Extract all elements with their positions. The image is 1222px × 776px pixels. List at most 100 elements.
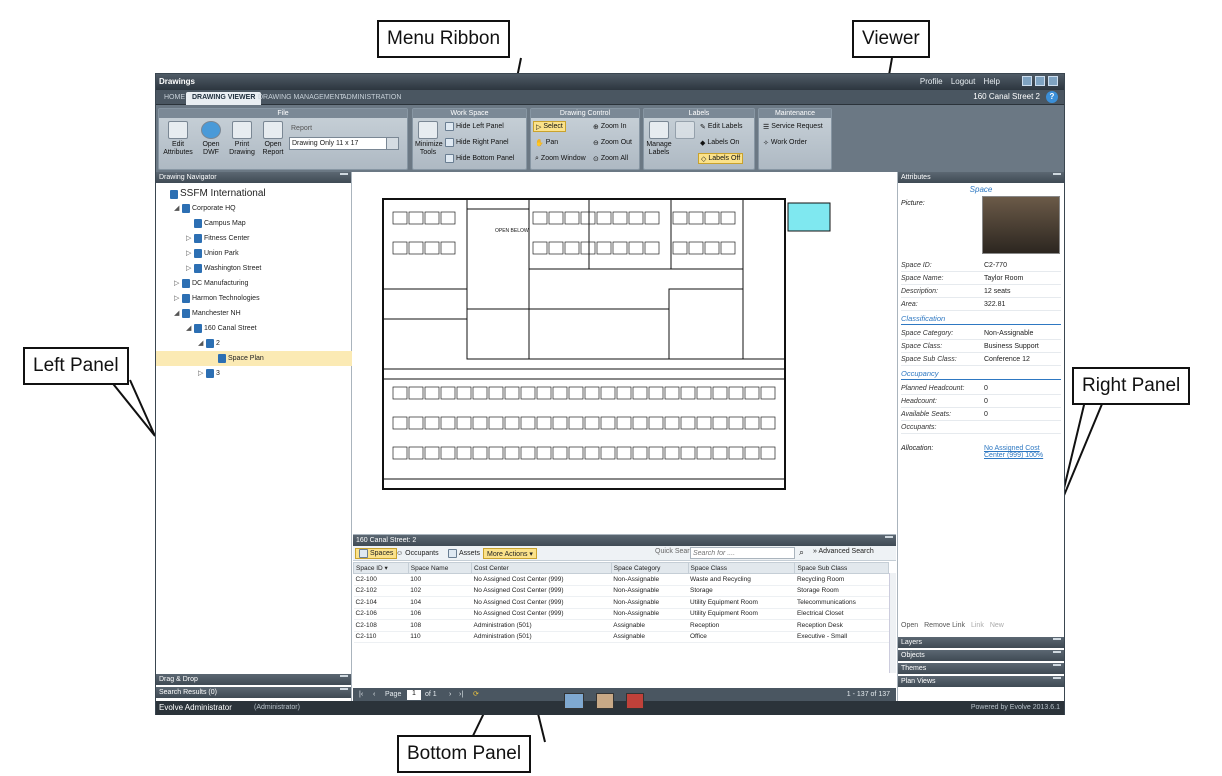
help-link[interactable]: Help [984,77,1000,86]
workstation[interactable] [532,211,548,225]
workstation[interactable] [548,211,564,225]
workstation[interactable] [584,446,600,460]
tree-toggle-icon[interactable]: ▷ [186,231,194,246]
workstation[interactable] [424,446,440,460]
workstation[interactable] [520,446,536,460]
workstation[interactable] [408,241,424,255]
tree-toggle-icon[interactable]: ◢ [174,201,182,216]
help-icon[interactable]: ? [1046,91,1058,103]
plan-views-header[interactable]: Plan Views [898,676,1064,687]
workstation[interactable] [648,416,664,430]
workstation[interactable] [564,241,580,255]
tree-toggle-icon[interactable]: ◢ [198,336,206,351]
workstation[interactable] [720,211,736,225]
workstation[interactable] [568,386,584,400]
tree-node[interactable]: ▷ Harmon Technologies [156,291,352,306]
workstation[interactable] [564,211,580,225]
column-header[interactable]: Space Category [610,562,689,574]
drawing-viewer[interactable]: OPEN BELOW [353,172,896,530]
column-header[interactable]: Space ID ▾ [353,562,409,574]
workstation[interactable] [472,446,488,460]
workstation[interactable] [616,386,632,400]
tree-toggle-icon[interactable]: ▷ [174,291,182,306]
workstation[interactable] [424,241,440,255]
workstation[interactable] [744,386,760,400]
tree-toggle-icon[interactable]: ◢ [174,306,182,321]
workstation[interactable] [424,386,440,400]
remove-link-button[interactable]: Remove Link [924,622,965,629]
edit-attributes-button[interactable]: Edit Attributes [163,121,193,157]
tree-node[interactable]: ▷ DC Manufacturing [156,276,352,291]
tree-node[interactable]: ▷ Washington Street [156,261,352,276]
pin-icon[interactable] [340,675,348,683]
tree-node[interactable]: Campus Map [156,216,352,231]
table-row[interactable]: C2-110 110 Administration (501) Assignable O… [353,631,889,643]
workstation[interactable] [440,416,456,430]
tab-administration[interactable]: Administration [336,92,407,105]
workstation[interactable] [488,386,504,400]
open-link-button[interactable]: Open [901,622,918,629]
workstation[interactable] [456,386,472,400]
workstation[interactable] [664,386,680,400]
zoom-in-button[interactable]: ⊕ Zoom In [591,121,629,132]
edit-labels-button[interactable]: ✎ Edit Labels [698,121,745,132]
layers-header[interactable]: Layers [898,637,1064,648]
workstation[interactable] [600,416,616,430]
workstation[interactable] [680,446,696,460]
allocation-link[interactable]: No Assigned Cost Center (999) 100% [984,445,1054,459]
more-actions-button[interactable]: More Actions ▾ [483,548,537,559]
workstation[interactable] [504,446,520,460]
workstation[interactable] [472,386,488,400]
quick-search-input[interactable] [690,547,795,559]
workstation[interactable] [520,386,536,400]
last-page-icon[interactable]: ›| [459,691,463,698]
workstation[interactable] [472,416,488,430]
zoom-all-button[interactable]: ⊙ Zoom All [591,153,630,164]
workstation[interactable] [584,416,600,430]
search-icon[interactable]: ⌕ [799,547,804,558]
workstation[interactable] [664,416,680,430]
service-request-button[interactable]: ☰ Service Request [761,121,825,132]
workstation[interactable] [616,416,632,430]
workstation[interactable] [744,446,760,460]
tab-drawing-viewer[interactable]: Drawing Viewer [186,92,262,105]
workstation[interactable] [612,241,628,255]
workstation[interactable] [704,241,720,255]
workstation[interactable] [520,416,536,430]
floor-plan-drawing[interactable]: OPEN BELOW [353,172,896,530]
column-header[interactable]: Space Name [407,562,473,574]
tree-toggle-icon[interactable]: ▷ [174,276,182,291]
hide-bottom-panel-button[interactable]: Hide Bottom Panel [443,153,516,164]
open-report-button[interactable]: Open Report [259,121,287,157]
tree-node[interactable]: ◢ 2 [156,336,352,351]
workstation[interactable] [596,211,612,225]
tree-node[interactable]: ▷ Fitness Center [156,231,352,246]
pin-icon[interactable] [1053,677,1061,685]
workstation[interactable] [720,241,736,255]
workstation[interactable] [580,241,596,255]
open-dwf-button[interactable]: Open DWF [197,121,225,157]
pin-icon[interactable] [1053,638,1061,646]
pin-icon[interactable] [1053,664,1061,672]
collapse-icon[interactable] [1022,76,1032,86]
zoom-window-button[interactable]: ⌕ Zoom Window [533,153,588,164]
pin-icon[interactable] [1053,173,1061,181]
table-scrollbar[interactable] [889,573,896,673]
advanced-search-link[interactable]: » Advanced Search [813,548,874,555]
workstation[interactable] [760,446,776,460]
workstation[interactable] [632,416,648,430]
page-number-input[interactable]: 1 [407,690,421,700]
hide-right-panel-button[interactable]: Hide Right Panel [443,137,511,148]
hide-left-panel-button[interactable]: Hide Left Panel [443,121,506,132]
selected-space-highlight[interactable] [787,202,831,232]
tree-toggle-icon[interactable]: ▷ [186,261,194,276]
pin-icon[interactable] [1053,651,1061,659]
workstation[interactable] [600,386,616,400]
workstation[interactable] [456,446,472,460]
profile-link[interactable]: Profile [920,77,943,86]
column-header[interactable]: Space Class [687,562,796,574]
workstation[interactable] [712,386,728,400]
report-select[interactable]: Drawing Only 11 x 17 [289,137,399,150]
column-header[interactable]: Cost Center [471,562,612,574]
workstation[interactable] [552,416,568,430]
